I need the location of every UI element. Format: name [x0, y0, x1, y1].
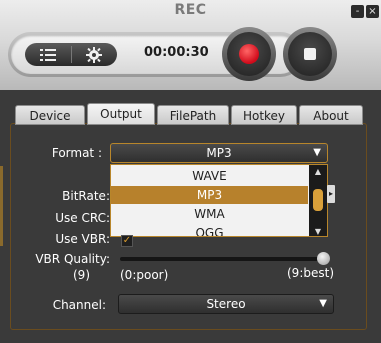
format-option-wave[interactable]: WAVE [111, 167, 308, 185]
tab-output[interactable]: Output [87, 103, 155, 125]
format-option-wma[interactable]: WMA [111, 205, 308, 223]
tab-filepath[interactable]: FilePath [157, 105, 229, 125]
tab-about[interactable]: About [299, 105, 363, 125]
chevron-down-icon: ▼ [313, 147, 321, 158]
vbr-quality-value: (9) [73, 268, 90, 282]
scroll-thumb[interactable] [313, 189, 323, 211]
channel-select[interactable]: Stereo ▼ [118, 294, 334, 314]
stop-button[interactable] [283, 27, 337, 81]
use-vbr-checkbox[interactable]: ✓ [121, 235, 133, 247]
title-bar: REC - × 00:00:30 [0, 0, 381, 90]
format-option-mp3[interactable]: MP3 [111, 186, 308, 204]
left-accent-strip [0, 166, 3, 246]
list-icon [40, 49, 56, 61]
use-crc-label: Use CRC: [55, 211, 110, 225]
stop-icon [304, 48, 316, 60]
record-button[interactable] [222, 27, 276, 81]
gear-icon [86, 47, 102, 63]
channel-value: Stereo [206, 297, 246, 311]
vbr-min-label: (0:poor) [120, 268, 169, 282]
window-title: REC [174, 2, 207, 18]
settings-button[interactable] [72, 43, 117, 66]
format-label: Format : [51, 146, 102, 160]
bitrate-label: BitRate: [62, 189, 110, 203]
vbr-max-label: (9:best) [287, 266, 334, 280]
list-button[interactable] [25, 43, 71, 66]
scroll-up-icon[interactable]: ▲ [309, 167, 327, 176]
dropdown-scrollbar[interactable]: ▲ ▼ [309, 165, 327, 236]
format-option-ogg[interactable]: OGG [111, 224, 308, 236]
tool-segment [25, 43, 117, 66]
tab-device[interactable]: Device [15, 105, 85, 125]
vbr-quality-slider-knob[interactable] [317, 252, 330, 265]
use-vbr-label: Use VBR: [55, 232, 110, 246]
format-select[interactable]: MP3 ▼ [110, 143, 328, 163]
close-button[interactable]: × [366, 5, 379, 18]
record-icon [239, 44, 259, 64]
bitrate-stepper[interactable]: ▸ [327, 185, 335, 203]
vbr-quality-slider[interactable] [120, 257, 330, 261]
format-value: MP3 [206, 146, 232, 160]
vbr-quality-label: VBR Quality: [35, 252, 110, 266]
channel-label: Channel: [52, 298, 106, 312]
tab-hotkey[interactable]: Hotkey [231, 105, 297, 125]
scroll-down-icon[interactable]: ▼ [309, 227, 327, 236]
chevron-down-icon: ▼ [319, 298, 327, 309]
minimize-button[interactable]: - [351, 5, 364, 18]
timer-display: 00:00:30 [144, 45, 209, 60]
format-dropdown-list: WAVE MP3 WMA OGG ▲ ▼ [110, 164, 328, 237]
